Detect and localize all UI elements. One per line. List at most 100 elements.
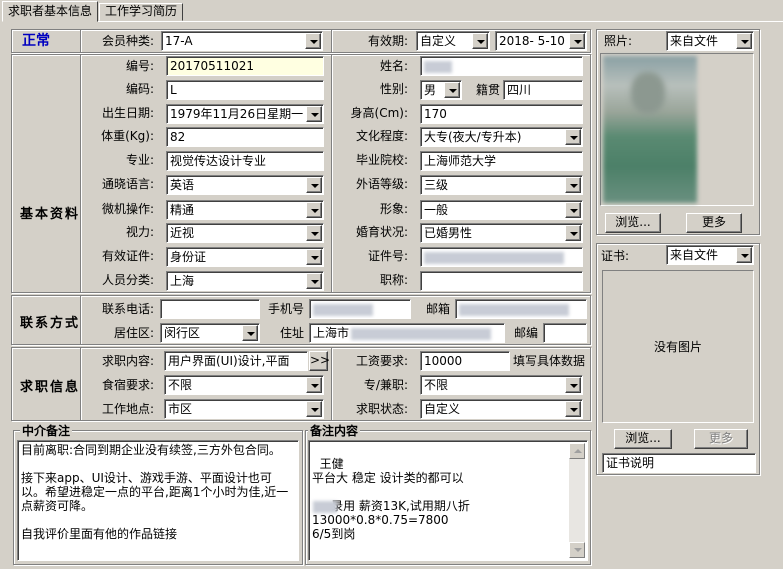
tab-resume-label: 工作学习简历 — [104, 4, 177, 18]
job-content-field[interactable]: 用户界面(UI)设计,平面 — [164, 351, 308, 371]
location-value: 市区 — [168, 402, 193, 416]
blurred-email — [459, 303, 569, 316]
mobile-field[interactable] — [309, 299, 411, 319]
school-field[interactable]: 上海师范大学 — [420, 151, 583, 171]
blurred-address — [351, 327, 492, 340]
member-type-select[interactable]: 17-A — [161, 31, 323, 51]
district-value: 闵行区 — [164, 326, 201, 340]
lang-level-select[interactable]: 三级 — [420, 175, 583, 195]
birth-date-picker[interactable]: 1979年11月26日星期一 — [166, 104, 324, 124]
remark-title: 备注内容 — [308, 424, 361, 438]
cert-label: 证书: — [601, 249, 630, 263]
photo-browse-button[interactable]: 浏览... — [605, 213, 661, 233]
location-label: 工作地点: — [101, 402, 154, 416]
state-select[interactable]: 自定义 — [420, 399, 583, 419]
chevron-down-icon — [444, 82, 460, 98]
vision-value: 近视 — [170, 226, 195, 240]
gender-label: 性别: — [379, 82, 408, 96]
chevron-down-icon — [306, 106, 322, 122]
chevron-down-icon — [565, 401, 581, 417]
computer-value: 精通 — [170, 203, 195, 217]
state-value: 自定义 — [424, 402, 461, 416]
marital-label: 婚育状况: — [355, 225, 408, 239]
cert-browse-button[interactable]: 浏览... — [614, 429, 672, 449]
photo-frame — [600, 53, 754, 206]
phone-field[interactable] — [160, 299, 260, 319]
remark-textarea[interactable]: 王健 平台大 稳定 设计类的都可以 录用 薪资13K,试用期八折 13000*0… — [308, 440, 588, 561]
member-type-value: 17-A — [165, 34, 193, 48]
remark-scrollbar[interactable] — [569, 443, 585, 558]
language-label: 通晓语言: — [101, 177, 154, 191]
language-select[interactable]: 英语 — [166, 175, 324, 195]
district-select[interactable]: 闵行区 — [160, 323, 260, 343]
cert-source-select[interactable]: 来自文件 — [666, 245, 754, 265]
scroll-down-icon[interactable] — [569, 542, 585, 558]
address-field[interactable]: 上海市 — [309, 323, 505, 343]
fulltime-label: 专/兼职: — [363, 378, 408, 392]
salary-hint: 填写具体数据 — [513, 354, 586, 368]
tab-resume[interactable]: 工作学习简历 — [99, 3, 183, 21]
photo-more-button[interactable]: 更多 — [686, 213, 742, 233]
height-field[interactable]: 170 — [420, 104, 583, 124]
basic-section-label: 基本资料 — [20, 207, 81, 222]
fulltime-select[interactable]: 不限 — [420, 375, 583, 395]
id-type-label: 有效证件: — [101, 249, 154, 263]
category-value: 上海 — [170, 274, 195, 288]
location-select[interactable]: 市区 — [164, 399, 324, 419]
number-field[interactable]: 20170511021 — [166, 56, 324, 76]
board-value: 不限 — [168, 378, 193, 392]
id-type-select[interactable]: 身份证 — [166, 247, 324, 267]
computer-select[interactable]: 精通 — [166, 200, 324, 220]
postcode-field[interactable] — [543, 323, 587, 343]
chevron-down-icon — [305, 33, 321, 49]
name-label: 姓名: — [379, 59, 408, 73]
photo-face — [631, 72, 665, 114]
lang-level-value: 三级 — [424, 178, 449, 192]
weight-label: 体重(Kg): — [101, 129, 154, 143]
cert-image-frame: 没有图片 — [602, 270, 754, 423]
salary-field[interactable]: 10000 — [420, 351, 510, 371]
chevron-down-icon — [569, 33, 585, 49]
validity-mode-value: 自定义 — [420, 34, 457, 48]
agent-note-textarea[interactable]: 目前离职:合同到期企业没有续签,三方外包合同。 接下来app、UI设计、游戏手游… — [17, 440, 299, 561]
blurred-name — [424, 60, 452, 73]
category-label: 人员分类: — [101, 273, 154, 287]
validity-date-picker[interactable]: 2018- 5-10 — [495, 31, 587, 51]
marital-select[interactable]: 已婚男性 — [420, 223, 583, 243]
education-select[interactable]: 大专(夜大/专升本) — [420, 127, 583, 147]
code-field[interactable]: L — [166, 80, 324, 100]
job-content-more-button[interactable]: >> — [309, 351, 330, 371]
tab-basic-info[interactable]: 求职者基本信息 — [2, 1, 98, 22]
chevron-down-icon — [565, 177, 581, 193]
category-select[interactable]: 上海 — [166, 271, 324, 291]
chevron-down-icon — [565, 129, 581, 145]
code-label: 编码: — [125, 82, 154, 96]
blurred-id-number — [424, 251, 564, 264]
id-number-field[interactable] — [420, 247, 583, 267]
agent-note-title: 中介备注 — [20, 424, 73, 438]
major-field[interactable]: 视觉传达设计专业 — [166, 151, 324, 171]
name-field[interactable] — [420, 56, 583, 76]
vision-select[interactable]: 近视 — [166, 223, 324, 243]
gender-select[interactable]: 男 — [420, 80, 462, 100]
phone-label: 联系电话: — [101, 302, 154, 316]
chevron-down-icon — [306, 249, 322, 265]
lang-level-label: 外语等级: — [355, 177, 408, 191]
email-field[interactable] — [455, 299, 587, 319]
photo-source-select[interactable]: 来自文件 — [666, 31, 754, 51]
board-select[interactable]: 不限 — [164, 375, 324, 395]
chevron-down-icon — [306, 401, 322, 417]
native-field[interactable]: 四川 — [503, 80, 583, 100]
image-label: 形象: — [379, 202, 408, 216]
cert-source-value: 来自文件 — [670, 248, 719, 262]
marital-value: 已婚男性 — [424, 226, 473, 240]
image-select[interactable]: 一般 — [420, 200, 583, 220]
validity-date-value: 2018- 5-10 — [499, 34, 565, 48]
weight-field[interactable]: 82 — [166, 127, 324, 147]
cert-desc-field[interactable]: 证书说明 — [602, 453, 756, 473]
validity-mode-select[interactable]: 自定义 — [416, 31, 490, 51]
scroll-up-icon[interactable] — [569, 443, 585, 459]
agent-note-text: 目前离职:合同到期企业没有续签,三方外包合同。 接下来app、UI设计、游戏手游… — [21, 443, 289, 541]
title-field[interactable] — [420, 271, 583, 291]
education-value: 大专(夜大/专升本) — [424, 130, 522, 144]
